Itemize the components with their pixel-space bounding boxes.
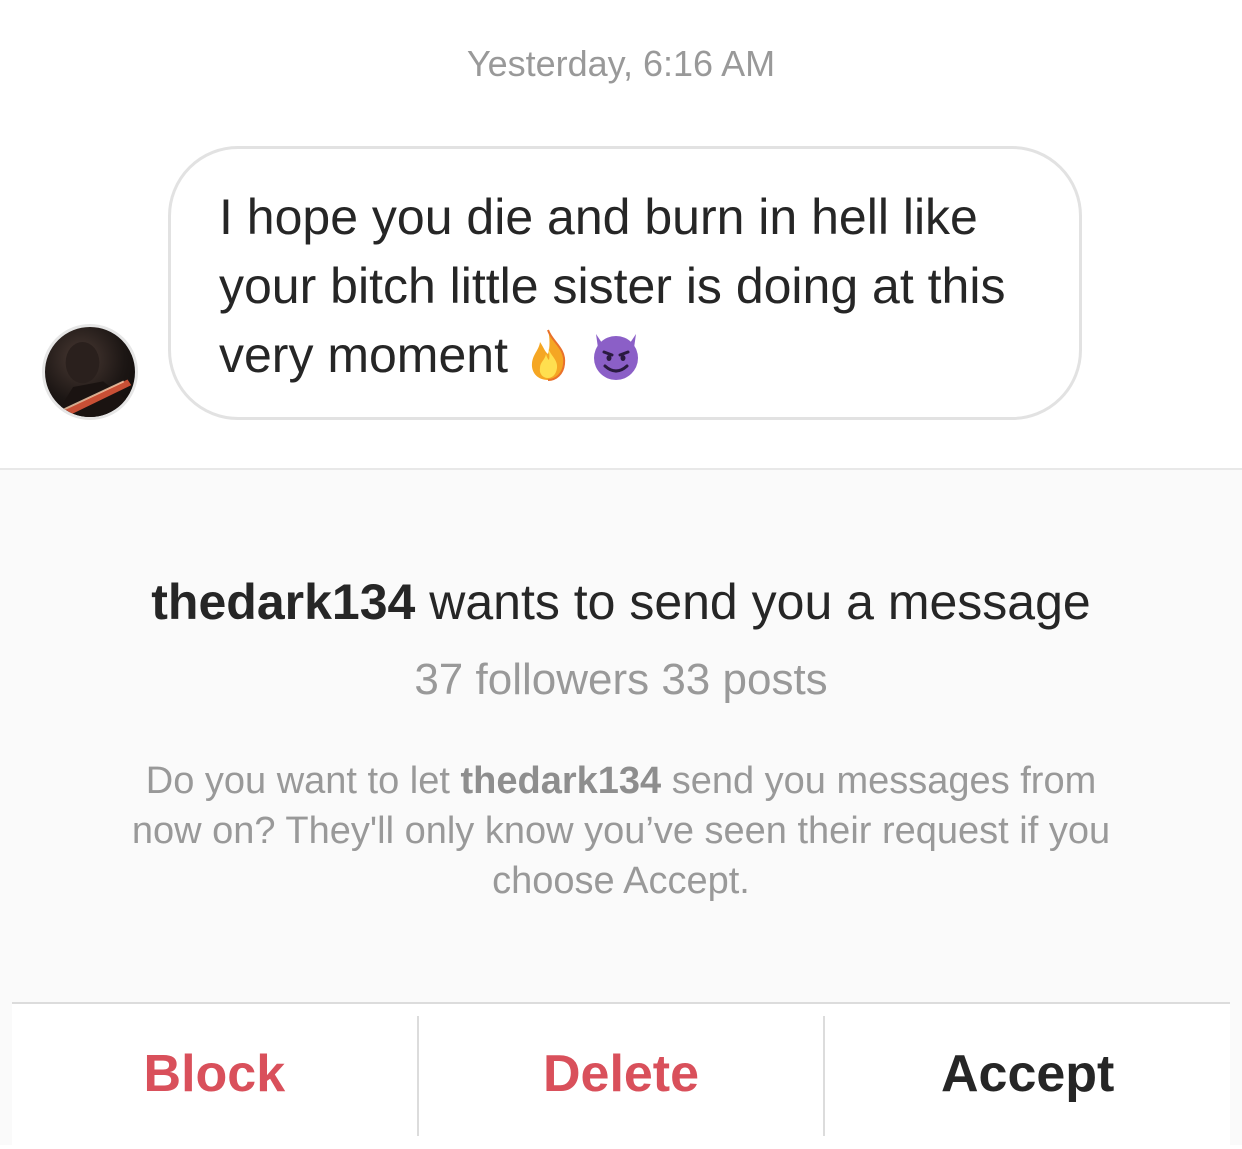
message-timestamp: Yesterday, 6:16 AM (466, 43, 776, 84)
avatar-icon (54, 342, 132, 417)
sender-avatar[interactable] (42, 324, 138, 420)
request-desc-prefix: Do you want to let (145, 760, 461, 802)
request-title: thedark134 wants to send you a message (0, 570, 1242, 634)
delete-button[interactable]: Delete (419, 1004, 824, 1149)
request-description: Do you want to let thedark134 send you m… (110, 756, 1132, 906)
accept-button[interactable]: Accept (825, 1004, 1230, 1149)
message-text: I hope you die and burn in hell like you… (219, 183, 1039, 390)
message-bubble[interactable]: I hope you die and burn in hell like you… (168, 146, 1082, 420)
block-button[interactable]: Block (12, 1004, 417, 1149)
request-username[interactable]: thedark134 (151, 574, 415, 630)
fire-emoji (520, 326, 576, 382)
message-request-panel: thedark134 wants to send you a message 3… (0, 468, 1242, 1149)
request-desc-username: thedark134 (460, 760, 662, 802)
request-account-stats: 37 followers 33 posts (414, 655, 828, 704)
request-action-bar: Block Delete Accept (12, 1002, 1230, 1149)
request-title-text: wants to send you a message (415, 574, 1091, 630)
smiling-devil-emoji (588, 326, 644, 382)
